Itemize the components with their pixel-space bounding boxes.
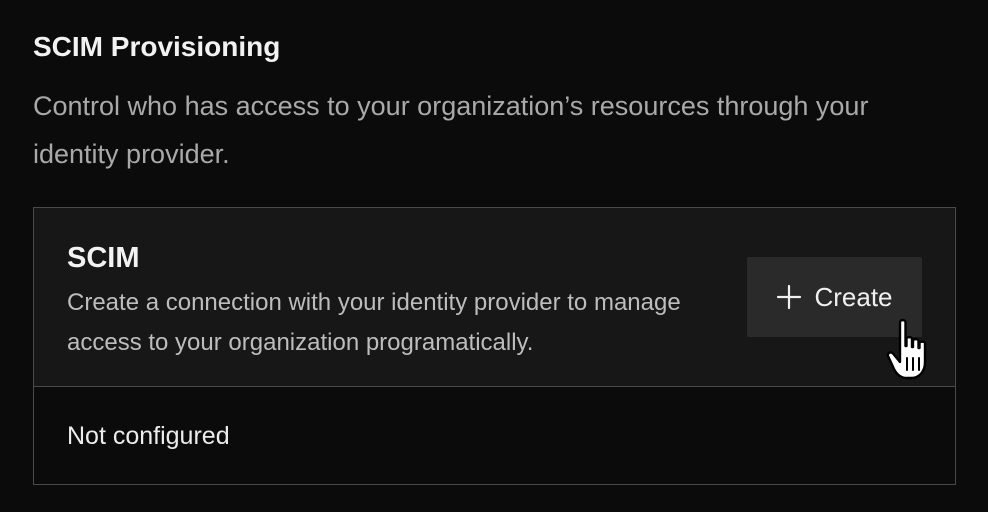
plus-icon — [776, 284, 802, 310]
create-button-label: Create — [814, 281, 893, 312]
section-description: Control who has access to your organizat… — [33, 91, 869, 169]
scim-card: SCIM Create a connection with your ident… — [33, 207, 956, 485]
card-description: Create a connection with your identity p… — [67, 289, 681, 356]
scim-provisioning-section: SCIM Provisioning Control who has access… — [33, 28, 956, 178]
card-title: SCIM — [67, 242, 140, 274]
scim-status-text: Not configured — [67, 422, 230, 450]
hand-pointer-cursor-icon — [886, 318, 948, 384]
section-title: SCIM Provisioning — [33, 31, 281, 62]
scim-card-header: SCIM Create a connection with your ident… — [34, 208, 955, 387]
